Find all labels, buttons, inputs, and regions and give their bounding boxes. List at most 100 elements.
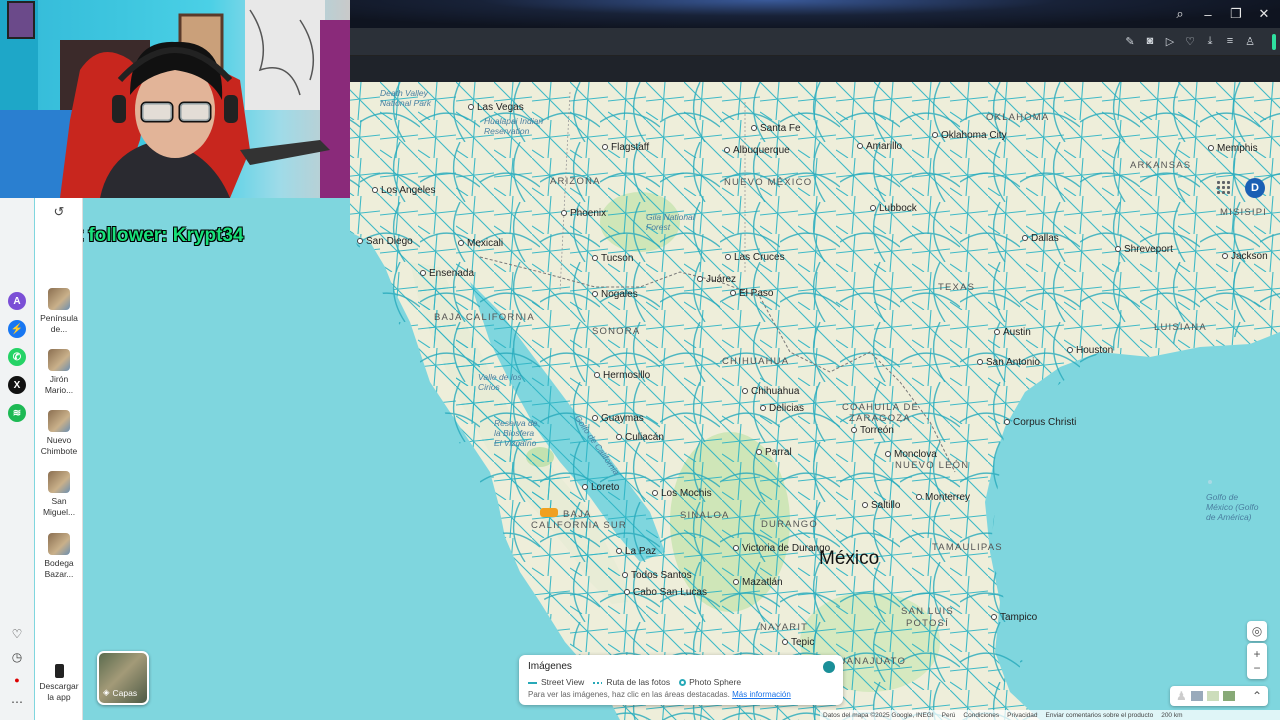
map-label: Jackson xyxy=(1222,251,1268,262)
pegman-icon[interactable]: ♟ xyxy=(1176,689,1187,703)
map-label: Shreveport xyxy=(1115,244,1173,255)
state-label: NUEVO MÉXICO xyxy=(724,177,813,188)
images-hint: Para ver las imágenes, haz clic en las á… xyxy=(528,690,791,699)
map-type-thumb[interactable] xyxy=(1190,691,1203,701)
account-avatar[interactable]: D xyxy=(1245,178,1265,198)
map-label: Guaymas xyxy=(592,413,644,424)
map-label: San Diego xyxy=(357,236,413,247)
map-label: Cabo San Lucas xyxy=(624,587,707,598)
download-app-button[interactable]: Descargar la app xyxy=(35,664,83,703)
region-link[interactable]: Perú xyxy=(942,712,956,719)
recent-label: Bodega xyxy=(44,558,74,568)
recent-label: Bazar... xyxy=(44,569,74,579)
menu-icon[interactable]: ≡ xyxy=(1222,33,1238,49)
layers-label: ◈ Capas xyxy=(103,687,137,698)
scale-label[interactable]: 200 km xyxy=(1161,712,1182,719)
restore-icon[interactable]: ❐ xyxy=(1226,4,1246,24)
recent-item[interactable]: Nuevo Chimbote xyxy=(35,410,83,457)
recent-label: San xyxy=(51,496,67,506)
map-label: Delicias xyxy=(760,403,804,414)
state-label: SONORA xyxy=(592,326,641,337)
map-label: Las Vegas xyxy=(468,102,524,113)
zoom-out-button[interactable]: − xyxy=(1253,661,1260,675)
profile-icon[interactable]: ♙ xyxy=(1242,33,1258,49)
map-label: Amarillo xyxy=(857,141,902,152)
minimize-icon[interactable]: – xyxy=(1198,4,1218,24)
legend-street-view: Street View xyxy=(528,677,584,687)
download-icon[interactable]: ⤓ xyxy=(1202,33,1218,49)
layers-icon: ◈ xyxy=(103,687,110,697)
legend-photo-sphere: Photo Sphere xyxy=(679,677,741,687)
state-label: TAMAULIPAS xyxy=(932,542,1003,553)
phone-icon xyxy=(54,664,64,678)
place-thumbnail xyxy=(48,349,70,371)
map-label: Corpus Christi xyxy=(1004,417,1076,428)
apps-grid-icon[interactable] xyxy=(1217,181,1230,194)
edit-icon[interactable]: ✎ xyxy=(1122,33,1138,49)
history-clock-icon[interactable]: ◷ xyxy=(9,649,25,665)
map-label: Parral xyxy=(756,447,792,458)
images-card-title: Imágenes xyxy=(528,661,572,672)
ublock-icon[interactable]: ● xyxy=(9,672,25,688)
privacy-link[interactable]: Privacidad xyxy=(1007,712,1037,719)
images-legend: Street View Ruta de las fotos Photo Sphe… xyxy=(528,677,834,687)
map-label: Nogales xyxy=(592,289,638,300)
map-label: Loreto xyxy=(582,482,619,493)
place-thumbnail xyxy=(48,410,70,432)
state-label: LUISIANA xyxy=(1154,322,1207,333)
more-info-link[interactable]: Más información xyxy=(732,690,791,699)
country-label: México xyxy=(819,548,880,569)
map-label: Monclova xyxy=(885,449,937,460)
map-label: Dallas xyxy=(1022,233,1059,244)
map-label: Tampico xyxy=(991,612,1037,623)
recent-item[interactable]: Jirón Mario... xyxy=(35,349,83,396)
map-type-thumb[interactable] xyxy=(1222,691,1235,701)
recent-item[interactable]: Bodega Bazar... xyxy=(35,533,83,580)
state-label: DURANGO xyxy=(761,519,818,530)
close-icon[interactable]: ✕ xyxy=(1254,4,1274,24)
recent-history-button[interactable]: ↺ xyxy=(35,204,83,220)
place-thumbnail xyxy=(48,288,70,310)
x-app-icon[interactable]: X xyxy=(8,376,26,394)
recent-label: Chimbote xyxy=(40,446,78,456)
state-label: COAHUILA DE xyxy=(842,402,920,413)
pegman-marker[interactable] xyxy=(540,508,558,517)
spotify-app-icon[interactable]: ≋ xyxy=(8,404,26,422)
os-dock: A ⚡ ✆ X ≋ ♡ ◷ ● ⋯ xyxy=(0,198,34,720)
favorites-icon[interactable]: ♡ xyxy=(9,626,25,642)
messenger-app-icon[interactable]: ⚡ xyxy=(8,320,26,338)
recent-label: Nuevo xyxy=(46,435,72,445)
images-toggle[interactable] xyxy=(823,661,835,673)
state-label: ARKANSAS xyxy=(1130,160,1192,171)
map-label: Juárez xyxy=(697,274,736,285)
screen: ⌕ – ❐ ✕ ✎ ◙ ▷ ♡ ⤓ ≡ ♙ D Las Vegas Albuqu… xyxy=(0,0,1280,720)
map-label: Flagstaff xyxy=(602,142,649,153)
heart-icon[interactable]: ♡ xyxy=(1182,33,1198,49)
map-type-thumb[interactable] xyxy=(1206,691,1219,701)
camera-icon[interactable]: ◙ xyxy=(1142,33,1158,49)
download-label: Descargar xyxy=(39,681,79,691)
aria-app-icon[interactable]: A xyxy=(8,292,26,310)
zoom-in-button[interactable]: + xyxy=(1253,647,1260,661)
sidebar-toggle[interactable] xyxy=(1272,34,1276,50)
map-label: Victoria de Durango xyxy=(733,543,830,554)
whatsapp-app-icon[interactable]: ✆ xyxy=(8,348,26,366)
recent-label: de... xyxy=(50,324,68,334)
water-label: Death Valley National Park xyxy=(380,88,432,108)
terms-link[interactable]: Condiciones xyxy=(963,712,999,719)
my-location-button[interactable]: ◎ xyxy=(1247,621,1267,641)
map-label: Los Mochis xyxy=(652,488,712,499)
map-label: Phoenix xyxy=(561,208,606,219)
search-icon[interactable]: ⌕ xyxy=(1170,4,1190,24)
layers-button[interactable]: ◈ Capas xyxy=(97,651,149,705)
play-icon[interactable]: ▷ xyxy=(1162,33,1178,49)
more-dots-icon[interactable]: ⋯ xyxy=(9,694,25,710)
recent-item[interactable]: San Miguel... xyxy=(35,471,83,518)
zoom-controls: + − xyxy=(1247,643,1267,679)
chevron-up-icon[interactable]: ⌃ xyxy=(1252,689,1262,703)
feedback-link[interactable]: Enviar comentarios sobre el producto xyxy=(1046,712,1154,719)
place-thumbnail xyxy=(48,471,70,493)
recent-item[interactable]: Península de... xyxy=(35,288,83,335)
state-label: SINALOA xyxy=(680,510,730,521)
map-label: Chihuahua xyxy=(742,386,799,397)
